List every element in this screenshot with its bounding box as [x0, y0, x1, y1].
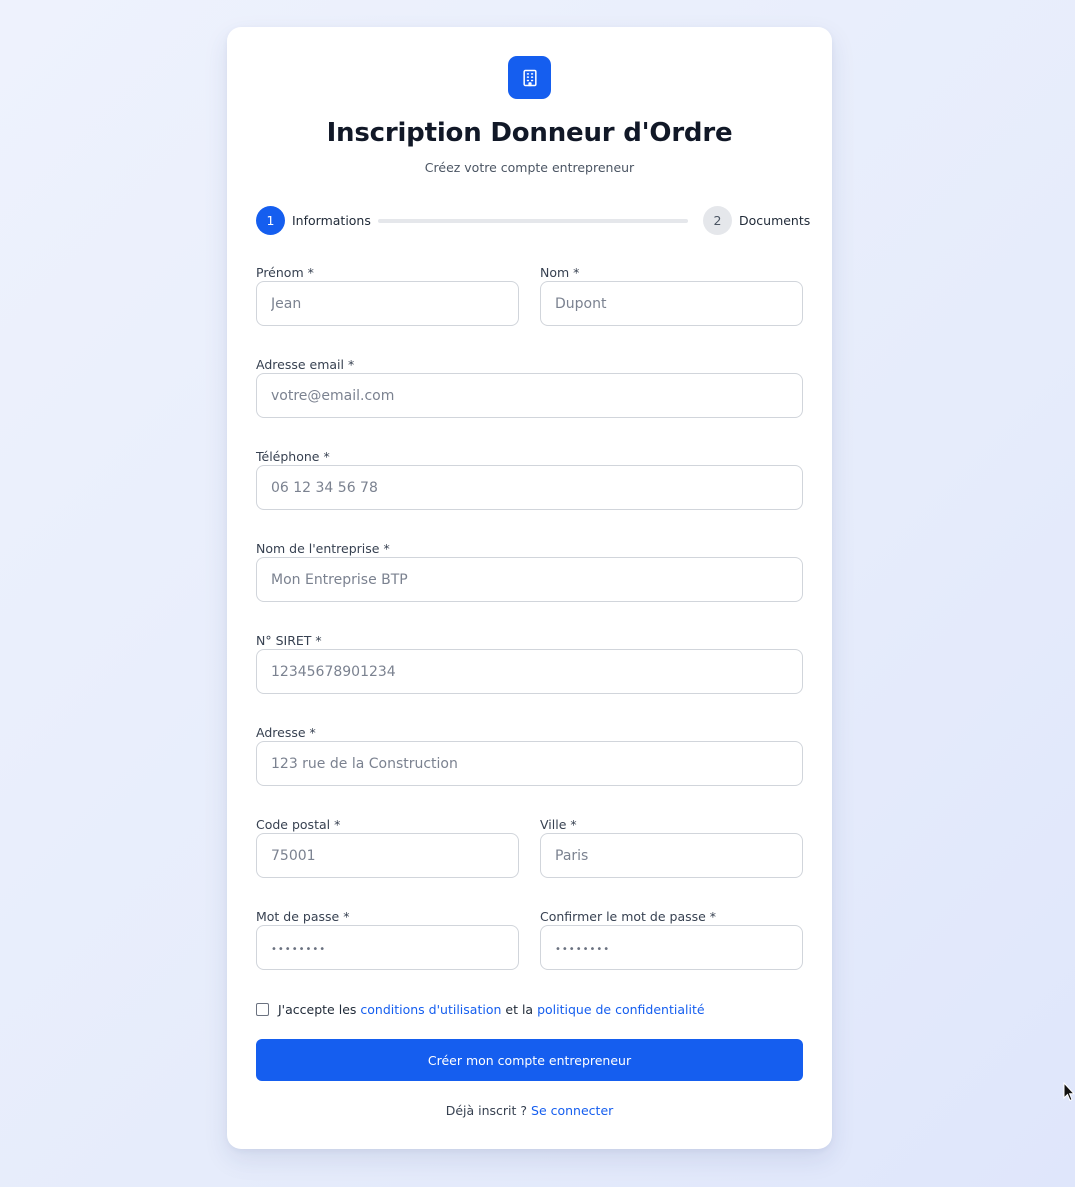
last-name-input[interactable]	[540, 281, 803, 326]
phone-label: Téléphone *	[256, 449, 330, 464]
first-name-label: Prénom *	[256, 265, 314, 280]
city-label: Ville *	[540, 817, 577, 832]
email-input[interactable]	[256, 373, 803, 418]
step-2-indicator: 2	[703, 206, 732, 235]
address-input[interactable]	[256, 741, 803, 786]
step-2-label: Documents	[739, 213, 811, 228]
address-field: Adresse *	[256, 724, 803, 786]
phone-field: Téléphone *	[256, 448, 803, 510]
terms-of-use-link[interactable]: conditions d'utilisation	[360, 1002, 501, 1017]
city-field: Ville *	[540, 816, 803, 878]
company-name-label: Nom de l'entreprise *	[256, 541, 390, 556]
step-progress-bar	[378, 219, 688, 223]
terms-middle: et la	[505, 1001, 534, 1017]
first-name-input[interactable]	[256, 281, 519, 326]
building-icon	[508, 56, 551, 99]
page-subtitle: Créez votre compte entrepreneur	[424, 160, 635, 175]
registration-card: Inscription Donneur d'Ordre Créez votre …	[227, 27, 832, 1149]
page-title: Inscription Donneur d'Ordre	[326, 118, 733, 148]
phone-input[interactable]	[256, 465, 803, 510]
last-name-label: Nom *	[540, 265, 580, 280]
password-confirm-label: Confirmer le mot de passe *	[540, 909, 717, 924]
password-confirm-input[interactable]	[540, 925, 803, 970]
city-input[interactable]	[540, 833, 803, 878]
address-label: Adresse *	[256, 725, 316, 740]
login-link[interactable]: Se connecter	[531, 1103, 613, 1118]
stepper: 1 Informations 2 Documents	[256, 206, 810, 236]
terms-prefix: J'accepte les	[278, 1001, 357, 1017]
company-name-field: Nom de l'entreprise *	[256, 540, 803, 602]
step-1-indicator: 1	[256, 206, 285, 235]
postal-code-label: Code postal *	[256, 817, 341, 832]
mouse-cursor-icon	[1063, 1081, 1075, 1106]
password-confirm-field: Confirmer le mot de passe *	[540, 908, 803, 970]
siret-input[interactable]	[256, 649, 803, 694]
step-1-label: Informations	[292, 213, 371, 228]
terms-checkbox[interactable]	[256, 1002, 269, 1016]
password-input[interactable]	[256, 925, 519, 970]
create-account-button[interactable]: Créer mon compte entrepreneur	[256, 1039, 803, 1081]
privacy-policy-link[interactable]: politique de confidentialité	[537, 1002, 704, 1017]
company-name-input[interactable]	[256, 557, 803, 602]
first-name-field: Prénom *	[256, 264, 519, 326]
login-prompt-text: Déjà inscrit ?	[445, 1103, 528, 1118]
postal-code-input[interactable]	[256, 833, 519, 878]
password-field: Mot de passe *	[256, 908, 519, 970]
siret-field: N° SIRET *	[256, 632, 803, 694]
login-prompt: Déjà inscrit ? Se connecter	[227, 1103, 832, 1118]
postal-code-field: Code postal *	[256, 816, 519, 878]
email-label: Adresse email *	[256, 357, 355, 372]
siret-label: N° SIRET *	[256, 633, 322, 648]
email-field: Adresse email *	[256, 356, 803, 418]
terms-agreement: J'accepte les conditions d'utilisation e…	[256, 1000, 705, 1018]
password-label: Mot de passe *	[256, 909, 350, 924]
last-name-field: Nom *	[540, 264, 803, 326]
